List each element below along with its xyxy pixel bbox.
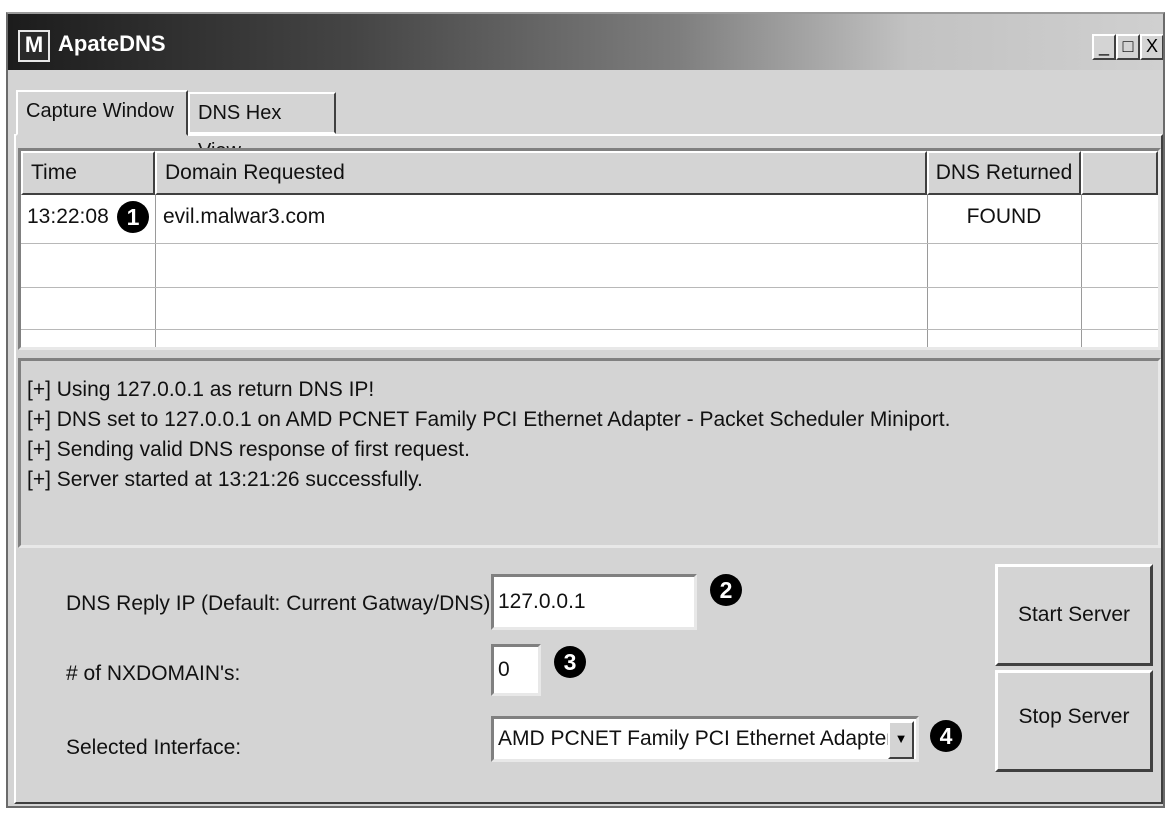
tab-capture-window[interactable]: Capture Window <box>16 90 188 136</box>
nxdomain-label: # of NXDOMAIN's: <box>66 662 241 685</box>
row-divider <box>21 329 1158 330</box>
column-header-empty <box>1081 151 1158 195</box>
window-title: ApateDNS <box>58 31 166 56</box>
minimize-button[interactable]: _ <box>1092 34 1116 60</box>
selected-interface-label: Selected Interface: <box>66 736 242 759</box>
interface-select[interactable]: AMD PCNET Family PCI Ethernet Adapter - … <box>491 716 919 762</box>
column-header-time[interactable]: Time <box>21 151 155 195</box>
interface-select-value: AMD PCNET Family PCI Ethernet Adapter - … <box>498 727 888 750</box>
column-header-domain[interactable]: Domain Requested <box>155 151 927 195</box>
log-line: [+] Using 127.0.0.1 as return DNS IP! <box>27 378 375 401</box>
log-line: [+] Server started at 13:21:26 successfu… <box>27 468 423 491</box>
log-panel[interactable]: [+] Using 127.0.0.1 as return DNS IP! [+… <box>18 358 1161 548</box>
apatedns-window: M ApateDNS _ □ X Capture Window DNS Hex … <box>6 12 1165 808</box>
log-line: [+] DNS set to 127.0.0.1 on AMD PCNET Fa… <box>27 408 951 431</box>
log-line: [+] Sending valid DNS response of first … <box>27 438 470 461</box>
dns-reply-ip-label: DNS Reply IP (Default: Current Gatway/DN… <box>66 592 497 615</box>
title-bar[interactable]: M ApateDNS _ □ X <box>8 14 1163 70</box>
callout-2: 2 <box>710 574 742 606</box>
cell-domain: evil.malwar3.com <box>163 205 326 228</box>
dns-reply-ip-input[interactable]: 127.0.0.1 <box>491 574 697 630</box>
app-icon: M <box>18 30 50 62</box>
capture-table: Time Domain Requested DNS Returned 13:22… <box>18 148 1161 350</box>
start-server-button[interactable]: Start Server <box>995 564 1153 666</box>
column-divider <box>155 195 156 347</box>
tab-dns-hex-view[interactable]: DNS Hex View <box>188 92 336 162</box>
chevron-down-icon[interactable]: ▼ <box>888 721 914 759</box>
nxdomain-input[interactable]: 0 <box>491 644 541 696</box>
maximize-button[interactable]: □ <box>1116 34 1140 60</box>
callout-1: 1 <box>117 201 149 233</box>
stop-server-button[interactable]: Stop Server <box>995 670 1153 772</box>
row-divider <box>21 243 1158 244</box>
column-header-dns-returned[interactable]: DNS Returned <box>927 151 1081 195</box>
callout-3: 3 <box>554 646 586 678</box>
close-button[interactable]: X <box>1140 34 1163 60</box>
callout-4: 4 <box>930 720 962 752</box>
row-divider <box>21 287 1158 288</box>
cell-dns-returned: FOUND <box>966 205 1042 228</box>
column-divider <box>1081 195 1082 347</box>
cell-time: 13:22:08 <box>27 205 109 228</box>
